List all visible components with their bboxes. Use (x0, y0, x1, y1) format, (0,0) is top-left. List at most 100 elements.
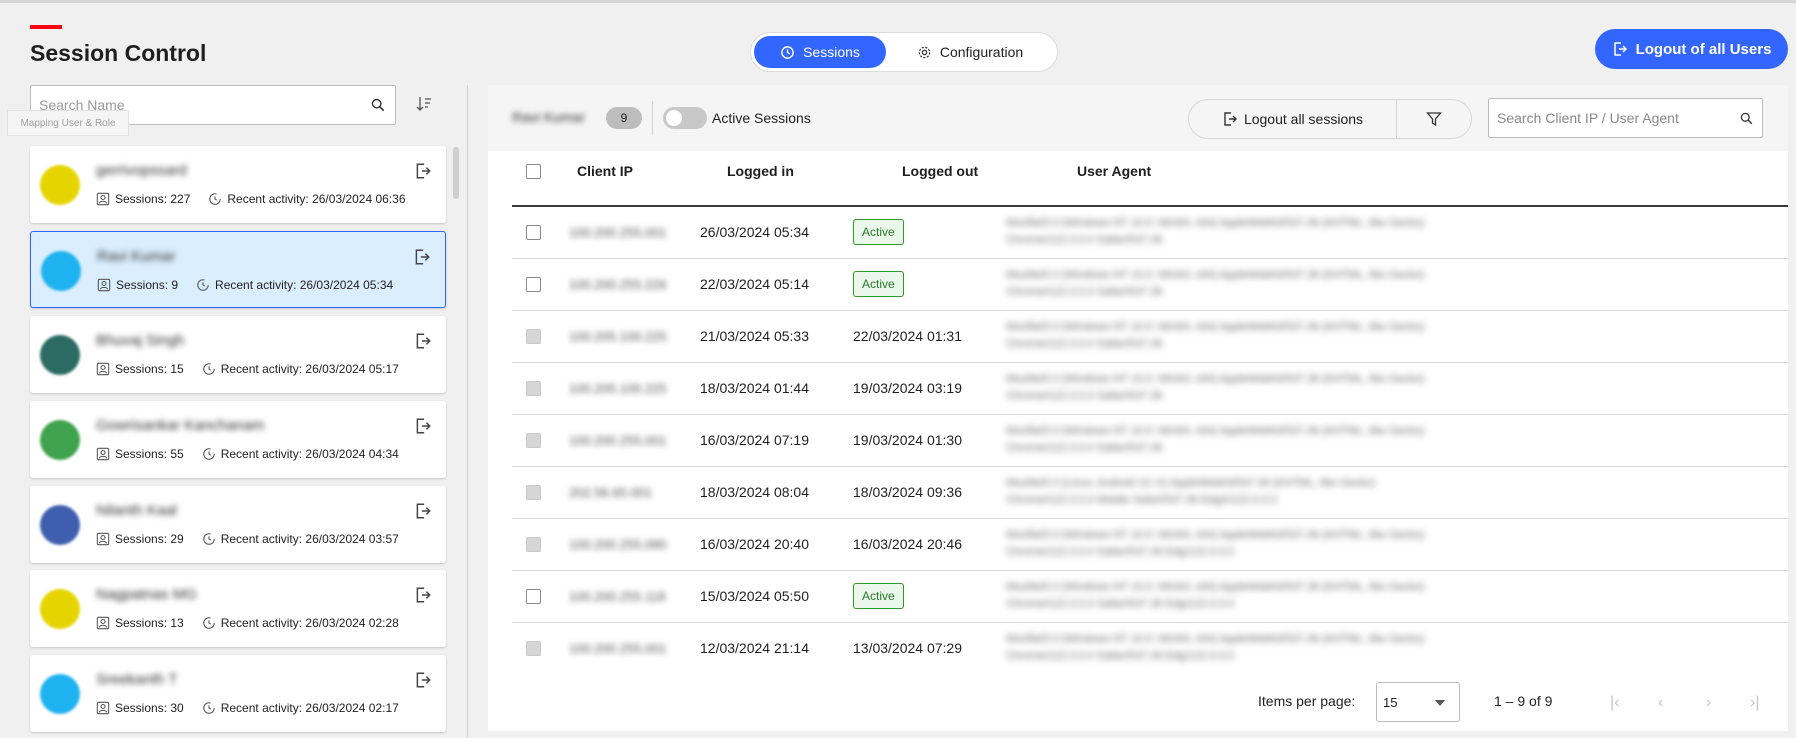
last-page-icon[interactable]: ›| (1750, 694, 1759, 712)
user-recent-activity: Recent activity: 26/03/2024 06:36 (227, 192, 406, 206)
row-checkbox[interactable] (526, 206, 541, 258)
logged-in-cell: 18/03/2024 01:44 (700, 380, 809, 396)
user-agent-line: Mozilla/5.0 (Windows NT 10.0; Win64; x64… (1006, 321, 1425, 333)
client-ip-cell: 100.205.100.225 (569, 380, 667, 396)
user-recent-activity: Recent activity: 26/03/2024 02:17 (220, 701, 399, 715)
user-agent-cell: Mozilla/5.0 (Windows NT 10.0; Win64; x64… (1006, 258, 1576, 310)
top-border (0, 0, 1796, 3)
logged-out-column: Active (853, 258, 904, 310)
column-header-logged-out[interactable]: Logged out (902, 163, 978, 179)
user-agent-cell: Mozilla/5.0 (Windows NT 10.0; Win64; x64… (1006, 518, 1576, 570)
table-row[interactable]: 202.56.65.001 18/03/2024 08:04 18/03/2024 … (512, 466, 1788, 518)
user-meta: Sessions: 15 Recent activity: 26/03/2024 … (96, 362, 399, 376)
tab-sessions[interactable]: Sessions (754, 36, 886, 68)
table-row[interactable]: 100.200.255.001 12/03/2024 21:14 13/03/202… (512, 622, 1788, 674)
user-agent-line: Mozilla/5.0 (Windows NT 10.0; Win64; x64… (1006, 425, 1425, 437)
logout-icon (1224, 112, 1237, 126)
items-per-page-select[interactable]: 15 (1376, 682, 1460, 722)
items-per-page-value: 15 (1383, 695, 1398, 710)
column-header-client-ip[interactable]: Client IP (577, 163, 633, 179)
table-row[interactable]: 100.205.100.225 18/03/2024 01:44 19/03/202… (512, 362, 1788, 414)
table-row[interactable]: 100.200.255.118 15/03/2024 05:50 Active Moz… (512, 570, 1788, 622)
session-actions: Logout all sessions (1188, 99, 1472, 139)
user-agent-line: Chrome/122.0.0.0 Safari/537.36 (1006, 338, 1163, 350)
logout-all-users-button[interactable]: Logout of all Users (1595, 29, 1788, 69)
logout-icon[interactable] (414, 502, 432, 520)
items-per-page-label: Items per page: (1258, 693, 1356, 709)
user-card[interactable]: Gowrisankar Kanchanam Sessions: 55 Recent … (30, 401, 446, 478)
logout-icon[interactable] (414, 162, 432, 180)
sidebar-scrollbar[interactable] (453, 147, 459, 199)
logged-in-cell: 21/03/2024 05:33 (700, 328, 809, 344)
column-header-logged-in[interactable]: Logged in (727, 163, 794, 179)
user-session-count: Sessions: 227 (115, 192, 191, 206)
user-icon (96, 447, 110, 461)
first-page-icon[interactable]: |‹ (1610, 694, 1619, 712)
logged-out-cell: 22/03/2024 01:31 (853, 328, 962, 344)
user-recent-activity: Recent activity: 26/03/2024 04:34 (220, 447, 399, 461)
search-client-input[interactable] (1489, 99, 1729, 137)
user-recent-activity: Recent activity: 26/03/2024 05:17 (220, 362, 399, 376)
user-card[interactable]: Nagpatnas MG Sessions: 13 Recent activity:… (30, 570, 446, 647)
user-session-count: Sessions: 13 (115, 616, 184, 630)
logout-icon[interactable] (414, 671, 432, 689)
select-all-checkbox[interactable] (526, 164, 541, 179)
logout-icon[interactable] (414, 332, 432, 350)
user-meta: Sessions: 29 Recent activity: 26/03/2024 … (96, 532, 399, 546)
client-ip-cell: 202.56.65.001 (569, 484, 653, 500)
table-row[interactable]: 100.200.255.226 22/03/2024 05:14 Active Moz… (512, 258, 1788, 310)
active-sessions-toggle[interactable] (663, 107, 707, 129)
logout-icon[interactable] (414, 586, 432, 604)
logout-all-users-label: Logout of all Users (1635, 40, 1772, 58)
row-checkbox[interactable] (526, 570, 541, 622)
user-agent-line: Mozilla/5.0 (Windows NT 10.0; Win64; x64… (1006, 581, 1425, 593)
table-row[interactable]: 100.205.100.225 21/03/2024 05:33 22/03/202… (512, 310, 1788, 362)
logout-icon (1613, 42, 1627, 56)
user-name: Bhuvaj Singh (96, 332, 185, 349)
user-agent-line: Chrome/122.0.0.0 Safari/537.36 (1006, 442, 1163, 454)
search-icon[interactable] (1740, 112, 1753, 125)
user-agent-cell: Mozilla/5.0 (Windows NT 10.0; Win64; x64… (1006, 570, 1576, 622)
avatar (40, 674, 80, 714)
activity-icon (202, 533, 215, 545)
table-row[interactable]: 100.200.255.001 26/03/2024 05:34 Active Moz… (512, 206, 1788, 258)
filter-button[interactable] (1397, 100, 1471, 138)
user-card[interactable]: Bhuvaj Singh Sessions: 15 Recent activity:… (30, 316, 446, 393)
row-checkbox (526, 622, 541, 674)
row-checkbox[interactable] (526, 258, 541, 310)
sort-icon[interactable] (415, 95, 433, 113)
user-card[interactable]: Sreekanth T Sessions: 30 Recent activity: … (30, 655, 446, 732)
user-meta: Sessions: 227 Recent activity: 26/03/2024… (96, 192, 406, 206)
page-title: Session Control (30, 40, 207, 66)
user-agent-cell: Mozilla/5.0 (Linux; Android 10; K) Apple… (1006, 466, 1576, 518)
page-range: 1 – 9 of 9 (1494, 693, 1553, 709)
sessions-panel: Ravi Kumar 9 Active Sessions Logout all … (488, 85, 1788, 731)
user-card[interactable]: Nilanth Kaal Sessions: 29 Recent activity:… (30, 486, 446, 563)
avatar (40, 335, 80, 375)
user-session-count: Sessions: 9 (116, 278, 179, 292)
user-agent-cell: Mozilla/5.0 (Windows NT 10.0; Win64; x64… (1006, 362, 1576, 414)
user-name: Ravi Kumar (97, 248, 176, 265)
user-agent-line: Mozilla/5.0 (Windows NT 10.0; Win64; x64… (1006, 529, 1425, 541)
user-card[interactable]: Ravi Kumar Sessions: 9 Recent activity: 26… (30, 231, 446, 308)
logged-out-cell: 18/03/2024 09:36 (853, 484, 962, 500)
search-client-field (1488, 98, 1763, 138)
logout-all-sessions-button[interactable]: Logout all sessions (1189, 100, 1397, 138)
row-checkbox (526, 518, 541, 570)
previous-page-icon[interactable]: ‹ (1658, 694, 1663, 712)
tab-configuration[interactable]: Configuration (886, 36, 1054, 68)
logged-out-column: 19/03/2024 01:30 (853, 414, 962, 466)
next-page-icon[interactable]: › (1706, 694, 1711, 712)
logout-icon[interactable] (414, 417, 432, 435)
table-row[interactable]: 100.200.255.001 16/03/2024 07:19 19/03/202… (512, 414, 1788, 466)
user-agent-cell: Mozilla/5.0 (Windows NT 10.0; Win64; x64… (1006, 622, 1576, 674)
logged-out-column: 16/03/2024 20:46 (853, 518, 962, 570)
search-icon[interactable] (371, 98, 385, 112)
user-agent-line: Chrome/122.0.0.0 Mobile Safari/537.36 Ed… (1006, 494, 1277, 506)
column-header-user-agent[interactable]: User Agent (1077, 163, 1151, 179)
table-row[interactable]: 100.200.255.080 16/03/2024 20:40 16/03/202… (512, 518, 1788, 570)
user-card[interactable]: gerrivopssard Sessions: 227 Recent activit… (30, 146, 446, 223)
logout-icon[interactable] (413, 248, 431, 266)
logged-in-cell: 22/03/2024 05:14 (700, 276, 809, 292)
user-icon (96, 532, 110, 546)
